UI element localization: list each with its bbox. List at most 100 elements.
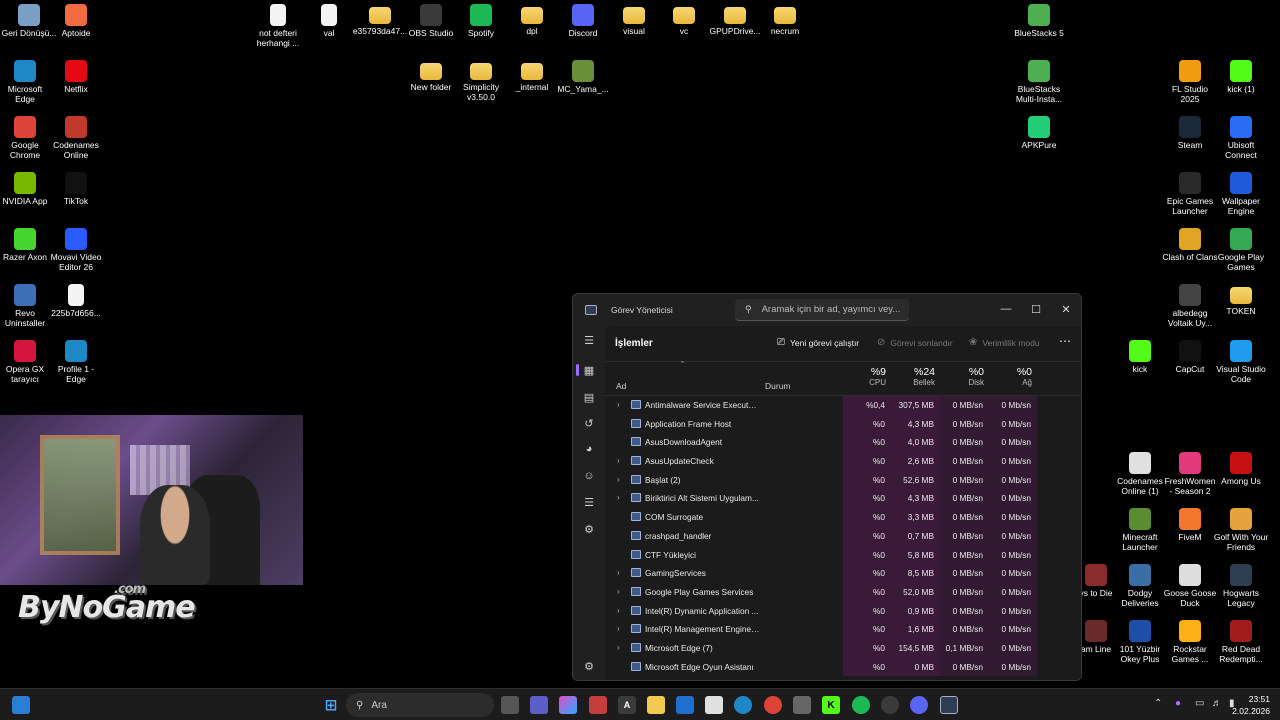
desktop-icon[interactable]: Aptoide [48, 4, 104, 38]
desktop-icon[interactable]: albedegg Voltaik Uy... [1162, 284, 1218, 328]
details-nav-icon[interactable]: ☰ [579, 492, 599, 512]
font-app-icon[interactable]: A [618, 696, 636, 714]
processes-nav-icon[interactable]: ▦ [579, 360, 599, 380]
desktop-icon[interactable]: Golf With Your Friends [1213, 508, 1269, 552]
column-name[interactable]: Ad [616, 381, 626, 391]
process-row[interactable]: AsusDownloadAgent %0 4,0 MB 0 MB/sn 0 Mb/sn [605, 433, 1081, 453]
startup-apps-nav-icon[interactable]: ◕ [579, 439, 599, 459]
chrome-taskbar-icon[interactable] [764, 696, 782, 714]
desktop-icon[interactable]: GPUPDrive... [707, 4, 763, 36]
end-task-button[interactable]: ⊘ Görevi sonlandır [877, 337, 953, 348]
edge-taskbar-icon[interactable] [734, 696, 752, 714]
desktop-icon[interactable]: e35793da47... [352, 4, 408, 36]
process-row[interactable]: Application Frame Host %0 4,3 MB 0 MB/sn 0 M… [605, 414, 1081, 434]
title-bar[interactable]: Görev Yöneticisi ⚲ Aramak için bir ad, y… [573, 294, 1081, 326]
volume-icon[interactable]: ♬ [1212, 698, 1222, 709]
desktop-icon[interactable]: dpl [504, 4, 560, 36]
desktop-icon[interactable]: FL Studio 2025 [1162, 60, 1218, 104]
process-row[interactable]: › Intel(R) Dynamic Application ... %0 0,9 M… [605, 601, 1081, 621]
expand-chevron-icon[interactable]: › [617, 493, 620, 502]
desktop-icon[interactable]: Codenames Online [48, 116, 104, 160]
network-icon[interactable]: ▭ [1195, 698, 1204, 709]
process-row[interactable]: COM Surrogate %0 3,3 MB 0 MB/sn 0 Mb/sn [605, 508, 1081, 527]
app-taskbar-icon[interactable] [793, 696, 811, 714]
task-view-icon[interactable] [501, 696, 519, 714]
desktop-icon[interactable]: _internal [504, 60, 560, 92]
copilot-icon[interactable] [559, 696, 577, 714]
process-row[interactable]: › Antimalware Service Executable %0,4 307,5… [605, 396, 1081, 415]
process-row[interactable]: Microsoft Edge Oyun Asistanı %0 0 MB 0 MB/s… [605, 657, 1081, 677]
task-manager-taskbar-icon[interactable] [940, 696, 958, 714]
desktop-icon[interactable]: vc [656, 4, 712, 36]
desktop-icon[interactable]: Codenames Online (1) [1112, 452, 1168, 496]
desktop-icon[interactable]: Google Play Games [1213, 228, 1269, 272]
desktop-icon[interactable]: 101 Yüzbir Okey Plus [1112, 620, 1168, 664]
desktop-icon[interactable]: BlueStacks Multi-Insta... [1011, 60, 1067, 104]
spotify-taskbar-icon[interactable] [852, 696, 870, 714]
desktop-icon[interactable]: Microsoft Edge [0, 60, 53, 104]
desktop-icon[interactable]: New folder [403, 60, 459, 92]
run-new-task-button[interactable]: ⎚ Yeni görevi çalıştır [777, 337, 859, 348]
desktop-icon[interactable]: Ubisoft Connect [1213, 116, 1269, 160]
settings-nav-icon[interactable]: ⚙ [579, 656, 599, 676]
desktop-icon[interactable]: Minecraft Launcher [1112, 508, 1168, 552]
tray-overflow-icon[interactable]: ⌃ [1154, 698, 1162, 709]
process-row[interactable]: › GamingServices %0 8,5 MB 0 MB/sn 0 Mb/sn [605, 564, 1081, 583]
desktop-icon[interactable]: Rockstar Games ... [1162, 620, 1218, 664]
expand-chevron-icon[interactable]: › [617, 456, 620, 465]
desktop-icon[interactable]: Movavi Video Editor 26 [48, 228, 104, 272]
taskbar-search[interactable]: ⚲ Ara [346, 693, 494, 717]
desktop-icon[interactable]: Goose Goose Duck [1162, 564, 1218, 608]
process-row[interactable]: › Intel(R) Management Engine ... %0 1,6 MB 0… [605, 620, 1081, 639]
desktop-icon[interactable]: not defteri herhangi ... [250, 4, 306, 48]
expand-chevron-icon[interactable]: › [617, 643, 620, 652]
column-cpu[interactable]: %9 CPU [843, 366, 886, 387]
column-status[interactable]: Durum [765, 381, 791, 391]
desktop-icon[interactable]: FreshWomen - Season 2 [1162, 452, 1218, 496]
desktop-icon[interactable]: Red Dead Redempti... [1213, 620, 1269, 664]
desktop-icon[interactable]: Revo Uninstaller [0, 284, 53, 328]
desktop-icon[interactable]: APKPure [1011, 116, 1067, 150]
desktop-icon[interactable]: Hogwarts Legacy [1213, 564, 1269, 608]
desktop-icon[interactable]: Profile 1 - Edge [48, 340, 104, 384]
expand-chevron-icon[interactable]: › [617, 568, 620, 577]
desktop-icon[interactable]: visual [606, 4, 662, 36]
process-row[interactable]: › AsusUpdateCheck %0 2,6 MB 0 MB/sn 0 Mb/sn [605, 452, 1081, 471]
desktop-icon[interactable]: necrum [757, 4, 813, 36]
desktop-icon[interactable]: val [301, 4, 357, 38]
process-row[interactable]: CTF Yükleyici %0 5,8 MB 0 MB/sn 0 Mb/sn [605, 545, 1081, 565]
process-row[interactable]: crashpad_handler %0 0,7 MB 0 MB/sn 0 Mb/sn [605, 526, 1081, 546]
desktop-icon[interactable]: Steam [1162, 116, 1218, 150]
obs-taskbar-icon[interactable] [881, 696, 899, 714]
desktop-icon[interactable]: Spotify [453, 4, 509, 38]
expand-chevron-icon[interactable]: › [617, 606, 620, 615]
more-options-icon[interactable]: ⋯ [1059, 334, 1071, 348]
app-history-nav-icon[interactable]: ↺ [579, 413, 599, 433]
maximize-button[interactable]: ☐ [1021, 298, 1051, 320]
efficiency-mode-button[interactable]: ❀ Verimlilik modu [969, 337, 1040, 348]
windows-start-icon[interactable]: ⊞ [322, 696, 340, 714]
desktop-icon[interactable]: TOKEN [1213, 284, 1269, 316]
desktop-icon[interactable]: Epic Games Launcher [1162, 172, 1218, 216]
hamburger-menu-icon[interactable]: ☰ [579, 330, 599, 350]
show-desktop-widget-icon[interactable] [12, 696, 30, 714]
users-nav-icon[interactable]: ☺ [579, 466, 599, 486]
teams-icon[interactable] [530, 696, 548, 714]
minimize-button[interactable]: — [991, 298, 1021, 320]
mail-icon[interactable] [676, 696, 694, 714]
desktop-icon[interactable]: kick [1112, 340, 1168, 374]
desktop-icon[interactable]: Razer Axon [0, 228, 53, 262]
process-row[interactable]: › Google Play Games Services %0 52,0 MB 0 MB… [605, 582, 1081, 602]
desktop-icon[interactable]: NVIDIA App [0, 172, 53, 206]
expand-chevron-icon[interactable]: › [617, 400, 620, 409]
system-clock[interactable]: 23:51 2.02.2026 [1232, 693, 1270, 717]
file-explorer-icon[interactable] [647, 696, 665, 714]
microphone-icon[interactable]: ● [1175, 698, 1181, 709]
desktop-icon[interactable]: kick (1) [1213, 60, 1269, 94]
expand-chevron-icon[interactable]: › [617, 624, 620, 633]
column-disk[interactable]: %0 Disk [940, 366, 984, 387]
snipping-tool-icon[interactable] [589, 696, 607, 714]
process-row[interactable]: › Başlat (2) %0 52,6 MB 0 MB/sn 0 Mb/sn [605, 470, 1081, 490]
discord-taskbar-icon[interactable] [910, 696, 928, 714]
services-nav-icon[interactable]: ⚙ [579, 519, 599, 539]
